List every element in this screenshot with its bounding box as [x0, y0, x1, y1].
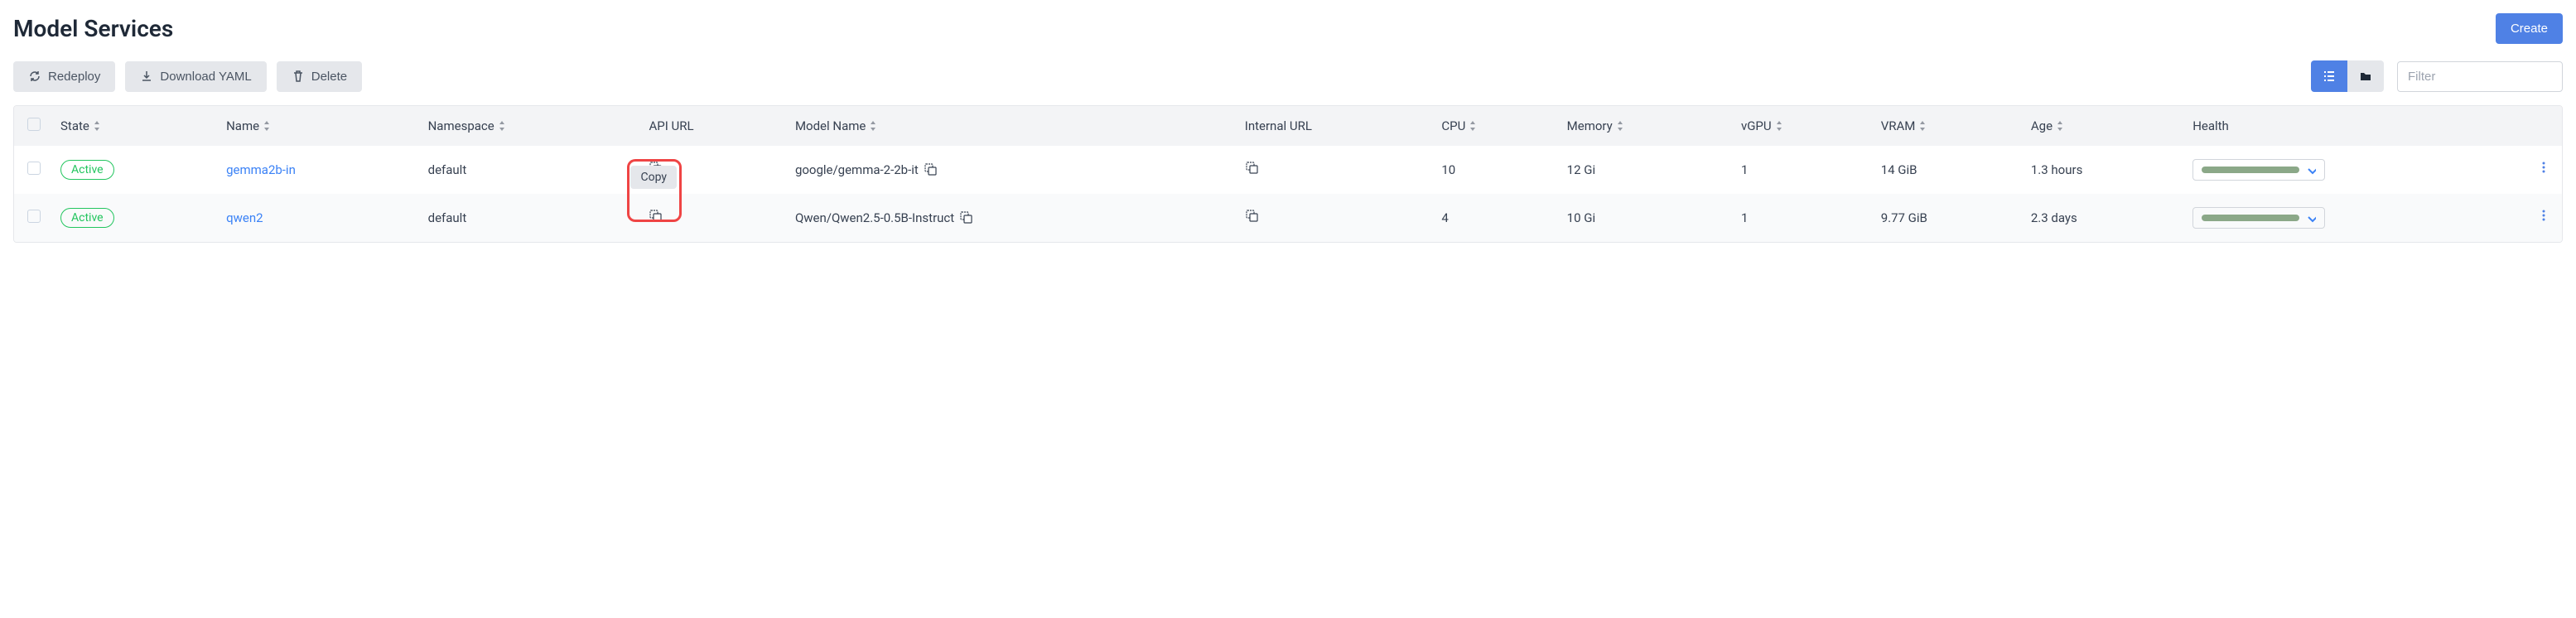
copy-tooltip: Copy — [630, 166, 677, 189]
memory-cell: 12 Gi — [1557, 146, 1731, 194]
col-memory[interactable]: Memory — [1557, 106, 1731, 146]
delete-button[interactable]: Delete — [277, 61, 362, 92]
table-row: Active qwen2 default Copy Qwen/Qwen2.5-0… — [14, 194, 2562, 242]
view-list-button[interactable] — [2311, 60, 2347, 92]
col-model-name[interactable]: Model Name — [785, 106, 1235, 146]
col-namespace[interactable]: Namespace — [418, 106, 639, 146]
chevron-down-icon — [2306, 213, 2316, 223]
table-row: Active gemma2b-in default google/gemma-2… — [14, 146, 2562, 194]
status-badge: Active — [60, 208, 114, 228]
select-all-checkbox[interactable] — [27, 118, 41, 131]
row-actions-icon[interactable] — [2537, 209, 2552, 224]
chevron-down-icon — [2306, 165, 2316, 175]
age-cell: 2.3 days — [2021, 194, 2183, 242]
redeploy-label: Redeploy — [48, 70, 100, 84]
health-bar — [2202, 167, 2299, 173]
trash-icon — [292, 70, 305, 83]
filter-input[interactable] — [2397, 61, 2563, 92]
sort-icon — [263, 120, 271, 132]
copy-api-url-icon[interactable] — [649, 209, 663, 224]
delete-label: Delete — [311, 70, 347, 84]
sort-icon — [1775, 120, 1783, 132]
sort-icon — [1469, 120, 1477, 132]
service-name-link[interactable]: qwen2 — [226, 210, 263, 225]
cpu-cell: 10 — [1431, 146, 1556, 194]
download-yaml-label: Download YAML — [160, 70, 251, 84]
col-vgpu[interactable]: vGPU — [1731, 106, 1871, 146]
col-health: Health — [2183, 106, 2527, 146]
row-checkbox[interactable] — [27, 210, 41, 223]
col-cpu[interactable]: CPU — [1431, 106, 1556, 146]
health-bar — [2202, 215, 2299, 221]
sort-icon — [2056, 120, 2064, 132]
table: State Name Namespace API URL Model Name … — [13, 105, 2563, 243]
age-cell: 1.3 hours — [2021, 146, 2183, 194]
vram-cell: 14 GiB — [1871, 146, 2021, 194]
toolbar-right — [2311, 60, 2563, 92]
copy-internal-url-icon[interactable] — [1245, 161, 1260, 176]
health-dropdown[interactable] — [2192, 159, 2325, 181]
model-name-cell: Qwen/Qwen2.5-0.5B-Instruct — [795, 210, 954, 225]
table-header-row: State Name Namespace API URL Model Name … — [14, 106, 2562, 146]
memory-cell: 10 Gi — [1557, 194, 1731, 242]
toolbar-left: Redeploy Download YAML Delete — [13, 61, 362, 92]
model-name-cell: google/gemma-2-2b-it — [795, 162, 919, 177]
col-state[interactable]: State — [51, 106, 216, 146]
copy-internal-url-icon[interactable] — [1245, 209, 1260, 224]
status-badge: Active — [60, 160, 114, 180]
redeploy-button[interactable]: Redeploy — [13, 61, 115, 92]
page-title: Model Services — [13, 15, 173, 42]
sort-icon — [498, 120, 506, 132]
view-group-button[interactable] — [2347, 60, 2384, 92]
list-icon — [2323, 70, 2336, 83]
col-internal-url: Internal URL — [1235, 106, 1432, 146]
copy-model-name-icon[interactable] — [959, 210, 974, 225]
sort-icon — [1918, 120, 1927, 132]
col-age[interactable]: Age — [2021, 106, 2183, 146]
download-yaml-button[interactable]: Download YAML — [125, 61, 266, 92]
vram-cell: 9.77 GiB — [1871, 194, 2021, 242]
cpu-cell: 4 — [1431, 194, 1556, 242]
row-checkbox[interactable] — [27, 162, 41, 175]
sort-icon — [869, 120, 877, 132]
download-icon — [140, 70, 153, 83]
col-name[interactable]: Name — [216, 106, 418, 146]
vgpu-cell: 1 — [1731, 194, 1871, 242]
col-api-url: API URL — [639, 106, 784, 146]
namespace-cell: default — [418, 146, 639, 194]
service-name-link[interactable]: gemma2b-in — [226, 162, 296, 177]
health-dropdown[interactable] — [2192, 207, 2325, 229]
view-toggle — [2311, 60, 2384, 92]
sort-icon — [93, 120, 101, 132]
col-vram[interactable]: VRAM — [1871, 106, 2021, 146]
row-actions-icon[interactable] — [2537, 161, 2552, 176]
vgpu-cell: 1 — [1731, 146, 1871, 194]
refresh-icon — [28, 70, 41, 83]
namespace-cell: default — [418, 194, 639, 242]
create-button[interactable]: Create — [2496, 13, 2563, 44]
copy-model-name-icon[interactable] — [924, 162, 938, 177]
folder-icon — [2359, 70, 2372, 83]
sort-icon — [1616, 120, 1624, 132]
